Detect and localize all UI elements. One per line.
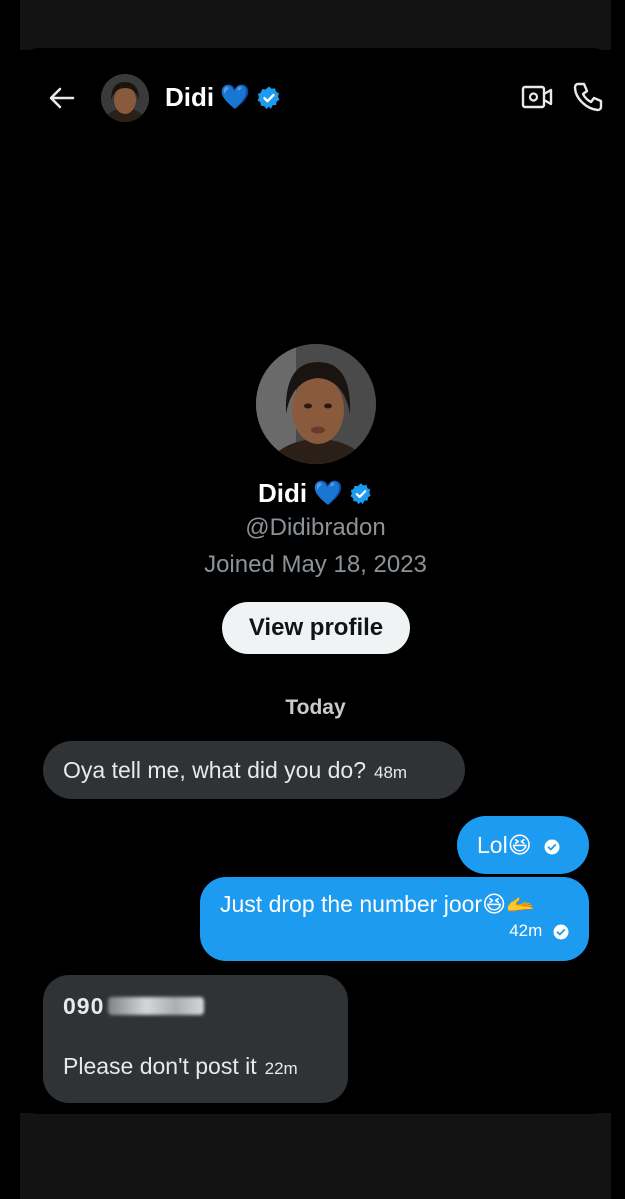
profile-handle: @Didibradon — [245, 514, 386, 541]
view-profile-button[interactable]: View profile — [222, 602, 410, 654]
message-meta: 42m — [220, 921, 569, 941]
phone-number-visible: 090 — [63, 993, 105, 1019]
profile-name-group: Didi 💙 — [20, 478, 611, 509]
dm-screen: Didi 💙 Didi 💙 @Didibradon Joined May 18,… — [20, 48, 611, 1114]
redacted-number-blur — [108, 997, 205, 1015]
message-text: Just drop the number joor😆🫴 — [220, 891, 535, 917]
header-name-group[interactable]: Didi 💙 — [165, 82, 282, 113]
blue-heart-emoji: 💙 — [220, 84, 250, 111]
day-separator: Today — [285, 696, 346, 719]
message-time: 22m — [264, 1059, 298, 1078]
sent-check-icon — [544, 839, 560, 855]
phone-icon — [573, 82, 603, 112]
profile-name: Didi — [258, 478, 308, 508]
phone-number: 090 — [63, 991, 328, 1021]
message-bubble-incoming[interactable]: 090 Please don't post it 22m — [43, 975, 348, 1103]
header-avatar[interactable] — [101, 74, 149, 122]
contact-name: Didi — [165, 82, 215, 112]
back-button[interactable] — [46, 82, 78, 114]
sent-check-icon — [553, 924, 569, 940]
message-text: Please don't post it — [63, 1053, 257, 1079]
message-bubble-incoming[interactable]: Oya tell me, what did you do? 48m — [43, 741, 465, 799]
arrow-left-icon — [49, 87, 75, 109]
message-text-group: Please don't post it 22m — [63, 1051, 328, 1084]
video-call-icon — [521, 85, 553, 109]
message-bubble-outgoing[interactable]: Just drop the number joor😆🫴 42m — [200, 877, 589, 961]
video-call-button[interactable] — [520, 82, 554, 112]
verified-badge-icon — [350, 482, 371, 504]
device-frame-top — [20, 0, 611, 50]
verified-badge-icon — [257, 86, 280, 109]
message-text: Lol😆 — [477, 832, 532, 858]
message-time: 42m — [509, 921, 543, 940]
profile-joined-date: Joined May 18, 2023 — [204, 551, 427, 578]
device-frame-bottom — [20, 1113, 611, 1199]
message-time: 48m — [374, 763, 408, 782]
voice-call-button[interactable] — [572, 80, 604, 112]
blue-heart-emoji: 💙 — [313, 480, 343, 507]
message-text: Oya tell me, what did you do? — [63, 757, 366, 783]
conversation-header: Didi 💙 — [20, 72, 611, 122]
profile-avatar[interactable] — [256, 344, 376, 464]
message-bubble-outgoing[interactable]: Lol😆 — [457, 816, 589, 874]
